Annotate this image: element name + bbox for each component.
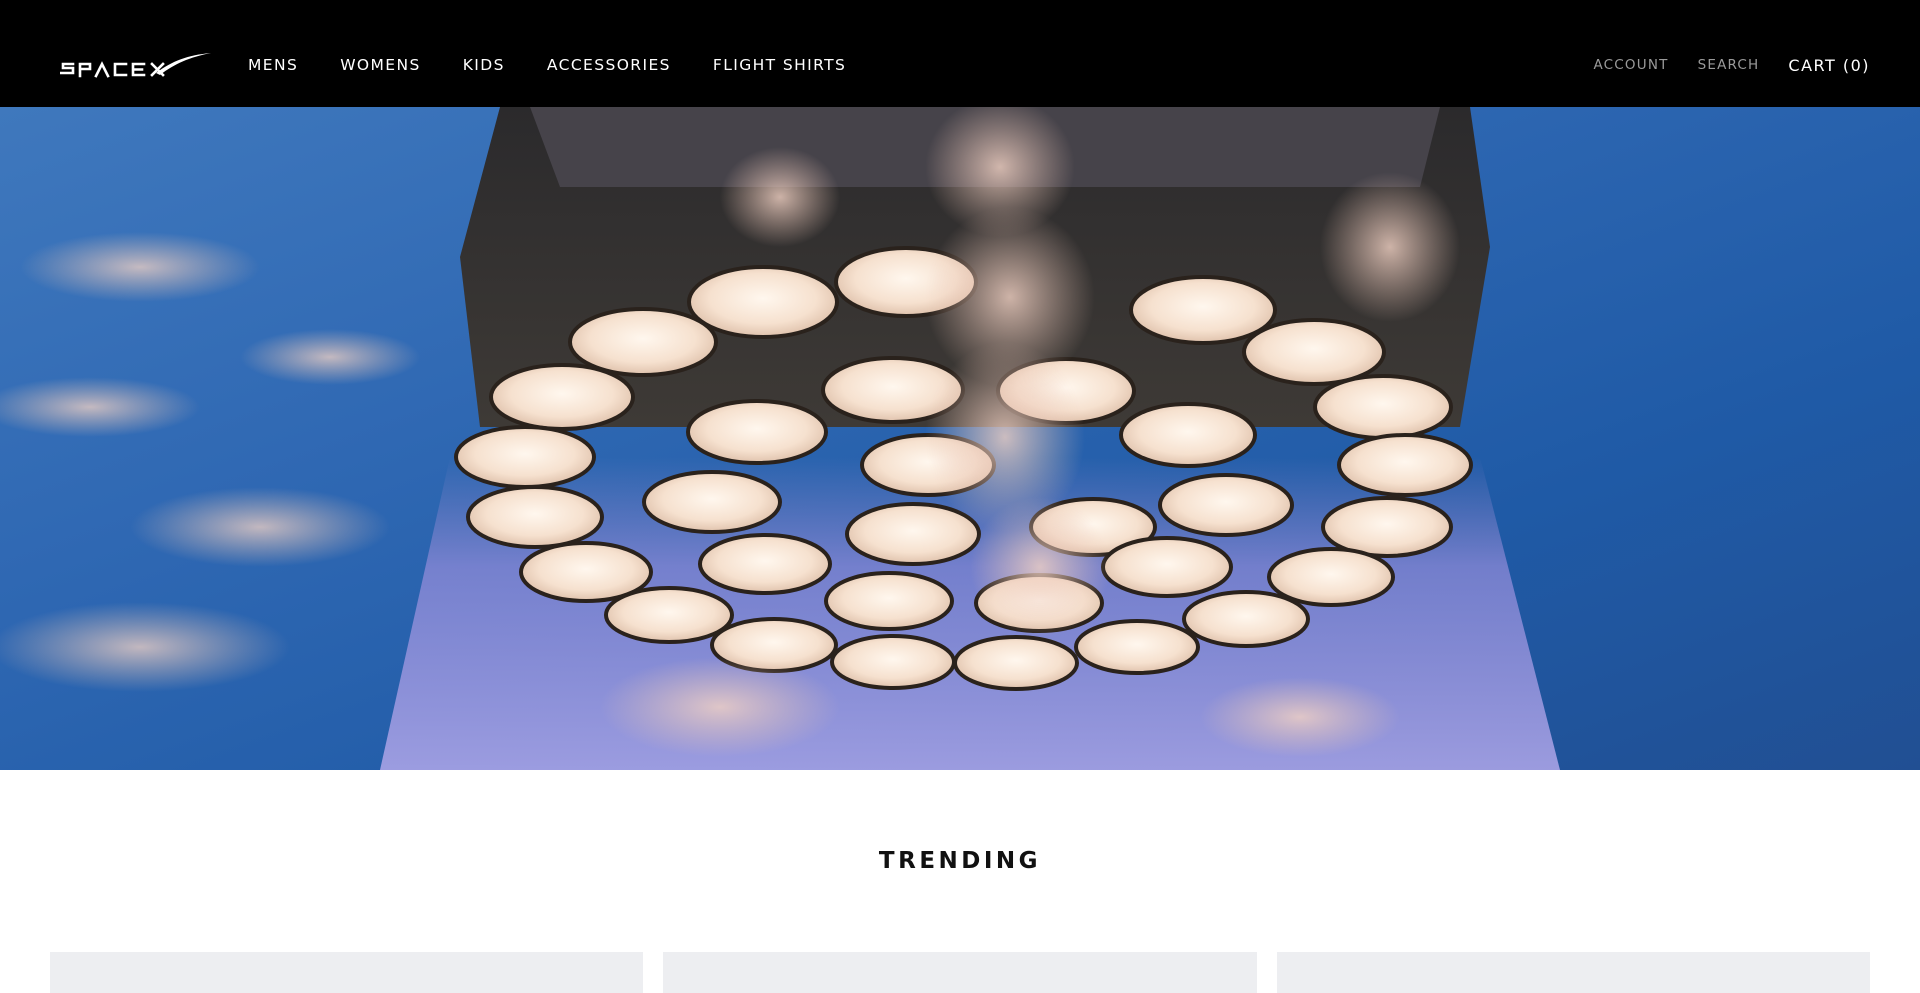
product-card[interactable] — [1277, 952, 1870, 993]
product-card[interactable] — [663, 952, 1257, 993]
nav-item-accessories[interactable]: ACCESSORIES — [547, 56, 671, 74]
trending-products — [50, 952, 1870, 993]
hero-banner[interactable] — [0, 107, 1920, 770]
product-image — [1277, 952, 1870, 993]
spacex-logo-icon — [60, 53, 211, 78]
nav-item-womens[interactable]: WOMENS — [340, 56, 421, 74]
cart-link[interactable]: CART (0) — [1788, 56, 1870, 75]
nav-item-flight-shirts[interactable]: FLIGHT SHIRTS — [713, 56, 846, 74]
site-header: MENS WOMENS KIDS ACCESSORIES FLIGHT SHIR… — [0, 0, 1920, 107]
product-card[interactable] — [50, 952, 643, 993]
nav-item-mens[interactable]: MENS — [248, 56, 298, 74]
rocket-engines-hero-image — [0, 107, 1560, 770]
product-image — [50, 952, 643, 993]
product-image — [663, 952, 1257, 993]
trending-title: TRENDING — [878, 848, 1042, 874]
account-link[interactable]: ACCOUNT — [1593, 57, 1668, 73]
search-link[interactable]: SEARCH — [1698, 57, 1760, 73]
nav-item-kids[interactable]: KIDS — [463, 56, 505, 74]
